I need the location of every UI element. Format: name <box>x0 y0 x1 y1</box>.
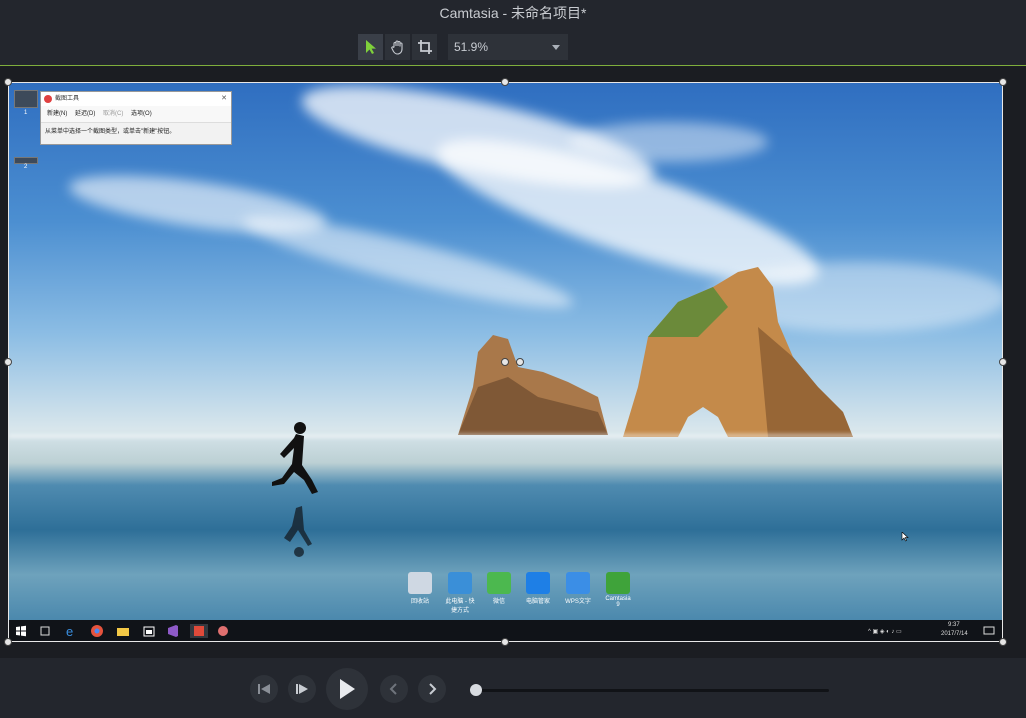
new-snip-button[interactable]: 新建(N) <box>47 111 67 117</box>
resize-handle-bottom-left[interactable] <box>4 638 12 646</box>
scrub-bar[interactable] <box>476 689 829 692</box>
desktop-icon-label: 电脑管家 <box>525 599 550 605</box>
clock-date[interactable]: 2017/7/14 <box>941 631 968 637</box>
notification-icon[interactable] <box>983 624 997 638</box>
arrow-pointer-icon <box>365 40 376 54</box>
desktop-icon-label: WPS文字 <box>565 599 591 605</box>
hand-icon <box>390 40 403 55</box>
recycle-bin-icon <box>408 572 432 594</box>
rock-formation-left <box>458 335 608 435</box>
resize-handle-top-left[interactable] <box>4 78 12 86</box>
task-view-icon[interactable] <box>38 624 52 638</box>
cloud <box>238 201 578 323</box>
resize-handle-bottom[interactable] <box>501 638 509 646</box>
rock-formation-right <box>623 267 853 437</box>
snipping-tool-taskbar-icon[interactable] <box>216 624 230 638</box>
delay-button[interactable]: 延迟(D) <box>75 111 95 117</box>
scissors-icon <box>44 95 52 103</box>
desktop-icon-camtasia[interactable]: Camtasia 9 <box>603 572 633 608</box>
desktop-icon-wps[interactable]: WPS文字 <box>563 572 593 605</box>
shield-icon <box>526 572 550 594</box>
wechat-icon <box>487 572 511 594</box>
computer-icon <box>448 572 472 594</box>
camtasia-icon <box>606 572 630 594</box>
start-icon[interactable] <box>14 624 28 638</box>
crop-icon <box>417 40 432 54</box>
runner-silhouette <box>272 422 318 557</box>
desktop-icon-label: 微信 <box>492 599 505 605</box>
previous-marker-button[interactable] <box>380 675 408 703</box>
snipping-tool-title: 截图工具 <box>55 96 80 102</box>
store-icon[interactable] <box>142 624 156 638</box>
step-forward-button[interactable] <box>288 675 316 703</box>
sea-foam <box>8 434 1003 438</box>
wps-writer-icon <box>566 572 590 594</box>
step-back-icon <box>258 684 270 694</box>
resize-handle-left[interactable] <box>4 358 12 366</box>
pan-tool-button[interactable] <box>385 34 410 60</box>
clock-time[interactable]: 9:37 <box>948 622 960 628</box>
zoom-dropdown[interactable]: 51.9% <box>448 34 568 60</box>
playhead-knob[interactable] <box>470 684 482 696</box>
chevron-down-icon <box>552 45 560 50</box>
cloud <box>568 122 768 162</box>
window-title: Camtasia - 未命名项目* <box>439 5 587 21</box>
desktop-icon-computer[interactable]: 此电脑 - 快捷方式 <box>445 572 475 614</box>
rotation-handle[interactable] <box>501 358 509 366</box>
zoom-value: 51.9% <box>454 40 489 54</box>
desktop-icon-label: 回收站 <box>410 599 429 605</box>
chevron-left-icon <box>389 683 397 695</box>
desktop-icon-label: 此电脑 - 快捷方式 <box>445 599 475 614</box>
crop-tool-button[interactable] <box>412 34 437 60</box>
edge-icon[interactable]: e <box>64 624 78 639</box>
desktop-icon-pc-manager[interactable]: 电脑管家 <box>523 572 553 605</box>
rotation-handle[interactable] <box>516 358 524 366</box>
next-marker-button[interactable] <box>418 675 446 703</box>
desktop-shortcut-label: 1 <box>24 110 28 116</box>
visual-studio-icon[interactable] <box>166 624 180 638</box>
file-explorer-icon[interactable] <box>116 624 130 638</box>
step-forward-icon <box>296 684 308 694</box>
desktop-shortcut-thumb[interactable] <box>14 90 38 108</box>
snipping-tool-titlebar: 截图工具 ✕ <box>41 92 231 106</box>
snipping-tool-toolbar: 新建(N) 延迟(D) 取消(C) 选项(O) <box>41 106 231 123</box>
play-icon <box>340 679 355 699</box>
desktop-shortcut-thumb[interactable] <box>14 157 38 164</box>
desktop-icon-label: Camtasia 9 <box>605 596 631 608</box>
snipping-tool-window[interactable]: 截图工具 ✕ 新建(N) 延迟(D) 取消(C) 选项(O) 从菜单中选择一个截… <box>40 91 232 145</box>
step-back-button[interactable] <box>250 675 278 703</box>
desktop-icon-recycle-bin[interactable]: 回收站 <box>405 572 435 605</box>
playback-controls <box>0 658 1026 718</box>
tray-icons[interactable]: ^ ▣ ◈ ◐ ♪ ▭ <box>868 628 902 635</box>
desktop-icon-wechat[interactable]: 微信 <box>484 572 514 605</box>
options-button[interactable]: 选项(O) <box>131 111 152 117</box>
chevron-right-icon <box>429 683 437 695</box>
camtasia-taskbar-icon[interactable] <box>190 624 208 638</box>
resize-handle-bottom-right[interactable] <box>999 638 1007 646</box>
close-icon[interactable]: ✕ <box>221 92 227 106</box>
select-tool-button[interactable] <box>358 34 383 60</box>
cancel-button[interactable]: 取消(C) <box>103 111 123 117</box>
resize-handle-right[interactable] <box>999 358 1007 366</box>
resize-handle-top[interactable] <box>501 78 509 86</box>
play-button[interactable] <box>326 668 368 710</box>
canvas-toolbar: 51.9% <box>0 30 1026 66</box>
mouse-cursor-icon <box>901 532 909 542</box>
resize-handle-top-right[interactable] <box>999 78 1007 86</box>
svg-text:e: e <box>66 624 73 638</box>
desktop-shortcut-label: 2 <box>24 164 28 170</box>
chrome-icon[interactable] <box>90 624 104 638</box>
snipping-tool-message: 从菜单中选择一个截图类型，或单击"新建"按钮。 <box>45 129 176 135</box>
